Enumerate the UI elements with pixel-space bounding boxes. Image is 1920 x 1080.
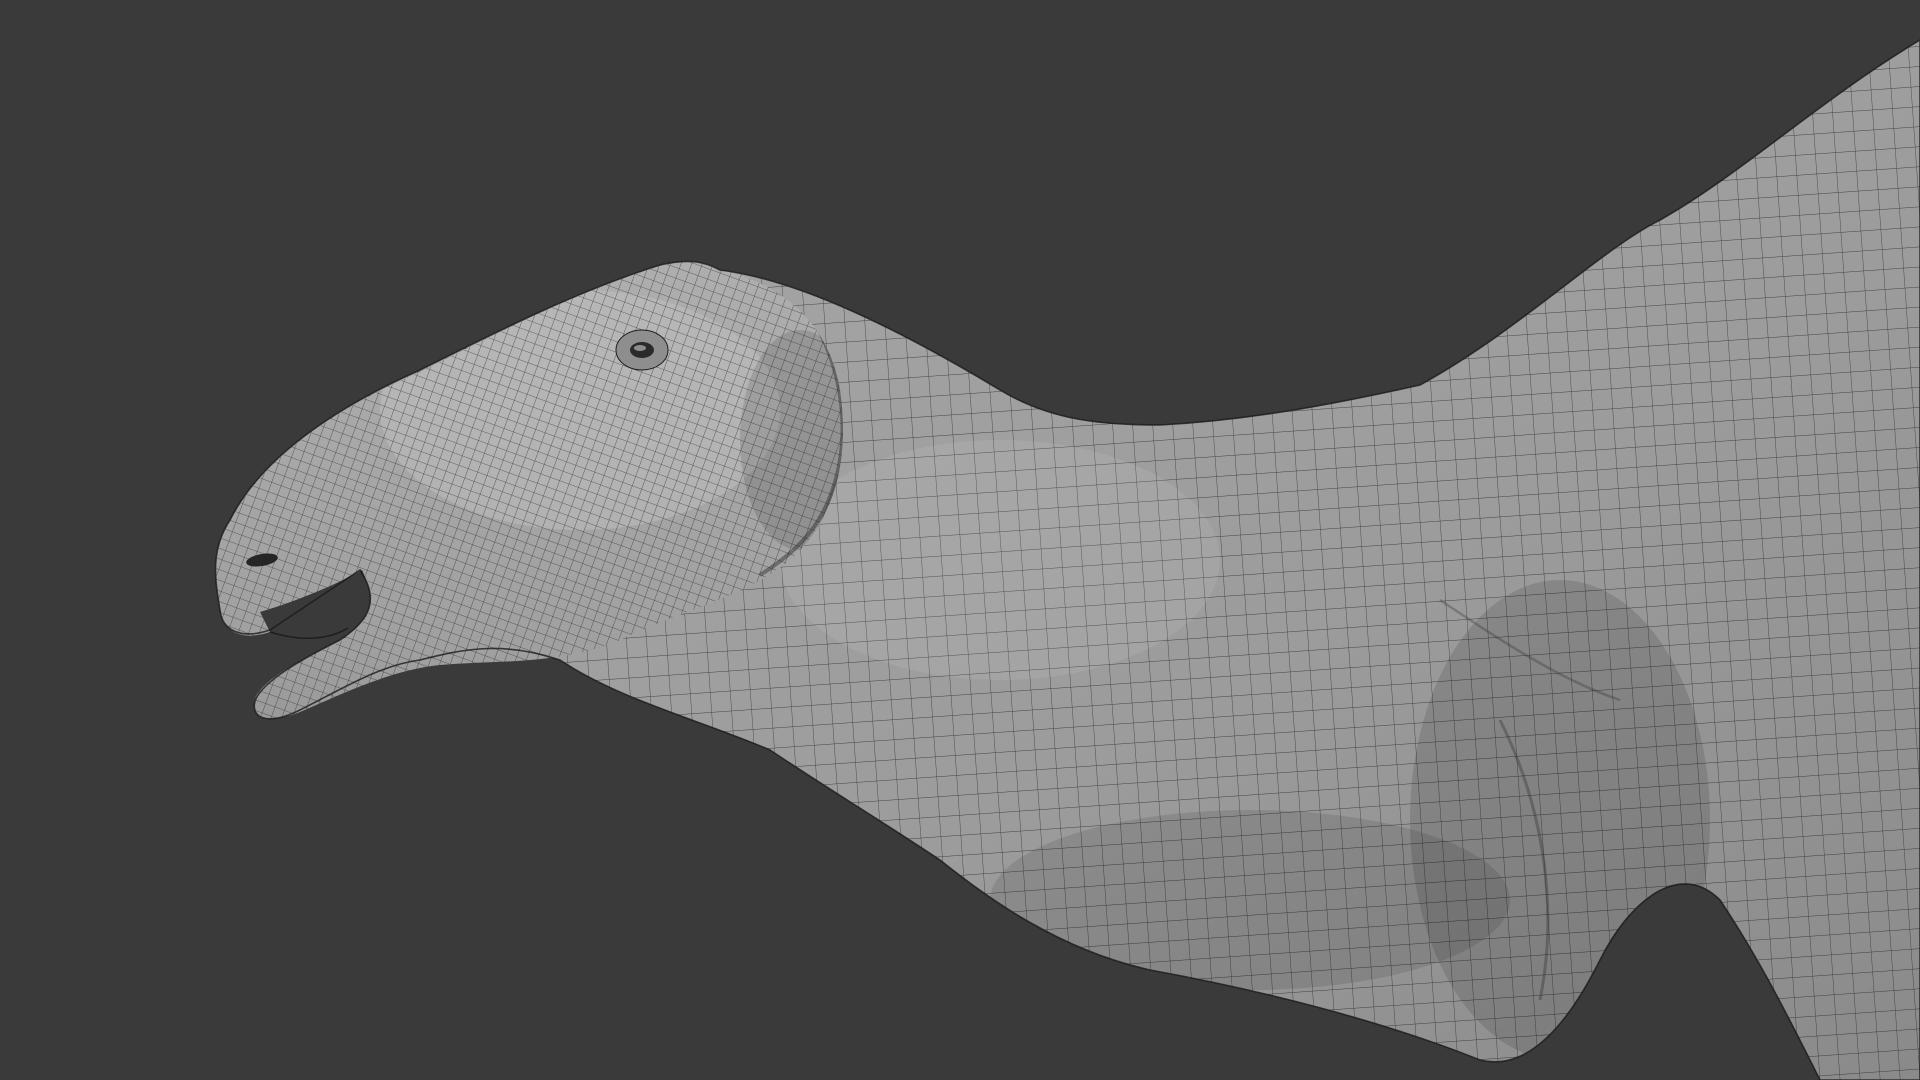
eye-socket (615, 329, 669, 371)
dinosaur-mesh-render (214, 39, 1920, 1080)
3d-viewport[interactable] (0, 0, 1920, 1080)
